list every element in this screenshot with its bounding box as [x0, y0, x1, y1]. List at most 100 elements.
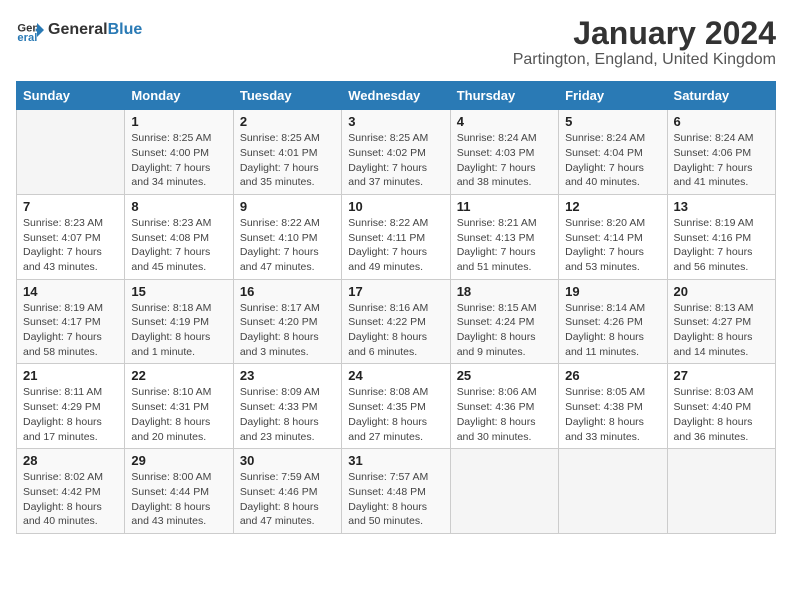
- calendar-cell: 2 Sunrise: 8:25 AMSunset: 4:01 PMDaylight…: [233, 110, 341, 195]
- date-number: 7: [23, 199, 118, 214]
- date-number: 26: [565, 368, 660, 383]
- calendar-cell: 11Sunrise: 8:21 AMSunset: 4:13 PMDayligh…: [450, 194, 558, 279]
- date-number: 27: [674, 368, 769, 383]
- cell-info: Sunrise: 7:57 AMSunset: 4:48 PMDaylight:…: [348, 470, 443, 529]
- cell-info: Sunrise: 8:00 AMSunset: 4:44 PMDaylight:…: [131, 470, 226, 529]
- logo: Gen eral GeneralBlue: [16, 16, 142, 44]
- calendar-cell: 31 Sunrise: 7:57 AMSunset: 4:48 PMDayligh…: [342, 449, 450, 534]
- calendar-cell: 6 Sunrise: 8:24 AMSunset: 4:06 PMDaylight…: [667, 110, 775, 195]
- header-day-wednesday: Wednesday: [342, 82, 450, 110]
- calendar-cell: 15 Sunrise: 8:18 AMSunset: 4:19 PMDayligh…: [125, 279, 233, 364]
- subtitle: Partington, England, United Kingdom: [513, 51, 776, 69]
- cell-info: Sunrise: 8:06 AMSunset: 4:36 PMDaylight:…: [457, 385, 552, 444]
- calendar-cell: [450, 449, 558, 534]
- date-number: 12: [565, 199, 660, 214]
- date-number: 22: [131, 368, 226, 383]
- calendar-week-row: 14Sunrise: 8:19 AMSunset: 4:17 PMDayligh…: [17, 279, 776, 364]
- calendar-cell: 7 Sunrise: 8:23 AMSunset: 4:07 PMDaylight…: [17, 194, 125, 279]
- date-number: 15: [131, 284, 226, 299]
- date-number: 23: [240, 368, 335, 383]
- cell-info: Sunrise: 8:02 AMSunset: 4:42 PMDaylight:…: [23, 470, 118, 529]
- header-day-sunday: Sunday: [17, 82, 125, 110]
- cell-info: Sunrise: 8:23 AMSunset: 4:08 PMDaylight:…: [131, 216, 226, 275]
- calendar-cell: 3 Sunrise: 8:25 AMSunset: 4:02 PMDaylight…: [342, 110, 450, 195]
- header-day-friday: Friday: [559, 82, 667, 110]
- cell-info: Sunrise: 8:10 AMSunset: 4:31 PMDaylight:…: [131, 385, 226, 444]
- calendar-table: SundayMondayTuesdayWednesdayThursdayFrid…: [16, 81, 776, 534]
- date-number: 29: [131, 453, 226, 468]
- date-number: 3: [348, 114, 443, 129]
- calendar-week-row: 28 Sunrise: 8:02 AMSunset: 4:42 PMDayligh…: [17, 449, 776, 534]
- date-number: 16: [240, 284, 335, 299]
- date-number: 31: [348, 453, 443, 468]
- cell-info: Sunrise: 8:22 AMSunset: 4:11 PMDaylight:…: [348, 216, 443, 275]
- calendar-cell: 1 Sunrise: 8:25 AMSunset: 4:00 PMDaylight…: [125, 110, 233, 195]
- calendar-cell: 4 Sunrise: 8:24 AMSunset: 4:03 PMDaylight…: [450, 110, 558, 195]
- date-number: 8: [131, 199, 226, 214]
- date-number: 19: [565, 284, 660, 299]
- date-number: 24: [348, 368, 443, 383]
- calendar-cell: [667, 449, 775, 534]
- date-number: 1: [131, 114, 226, 129]
- date-number: 30: [240, 453, 335, 468]
- header: Gen eral GeneralBlue January 2024 Partin…: [16, 16, 776, 69]
- calendar-cell: 9 Sunrise: 8:22 AMSunset: 4:10 PMDaylight…: [233, 194, 341, 279]
- calendar-cell: 8 Sunrise: 8:23 AMSunset: 4:08 PMDaylight…: [125, 194, 233, 279]
- logo-text-general: General: [48, 21, 108, 38]
- calendar-week-row: 21 Sunrise: 8:11 AMSunset: 4:29 PMDayligh…: [17, 364, 776, 449]
- cell-info: Sunrise: 8:24 AMSunset: 4:04 PMDaylight:…: [565, 131, 660, 190]
- cell-info: Sunrise: 8:24 AMSunset: 4:03 PMDaylight:…: [457, 131, 552, 190]
- calendar-cell: 29 Sunrise: 8:00 AMSunset: 4:44 PMDayligh…: [125, 449, 233, 534]
- cell-info: Sunrise: 8:23 AMSunset: 4:07 PMDaylight:…: [23, 216, 118, 275]
- date-number: 21: [23, 368, 118, 383]
- cell-info: Sunrise: 8:19 AMSunset: 4:16 PMDaylight:…: [674, 216, 769, 275]
- cell-info: Sunrise: 8:18 AMSunset: 4:19 PMDaylight:…: [131, 301, 226, 360]
- header-day-tuesday: Tuesday: [233, 82, 341, 110]
- date-number: 18: [457, 284, 552, 299]
- calendar-week-row: 1 Sunrise: 8:25 AMSunset: 4:00 PMDaylight…: [17, 110, 776, 195]
- cell-info: Sunrise: 8:13 AMSunset: 4:27 PMDaylight:…: [674, 301, 769, 360]
- calendar-cell: 22 Sunrise: 8:10 AMSunset: 4:31 PMDayligh…: [125, 364, 233, 449]
- calendar-cell: 19Sunrise: 8:14 AMSunset: 4:26 PMDayligh…: [559, 279, 667, 364]
- calendar-cell: 14Sunrise: 8:19 AMSunset: 4:17 PMDayligh…: [17, 279, 125, 364]
- cell-info: Sunrise: 8:22 AMSunset: 4:10 PMDaylight:…: [240, 216, 335, 275]
- date-number: 4: [457, 114, 552, 129]
- cell-info: Sunrise: 8:25 AMSunset: 4:01 PMDaylight:…: [240, 131, 335, 190]
- date-number: 20: [674, 284, 769, 299]
- calendar-week-row: 7 Sunrise: 8:23 AMSunset: 4:07 PMDaylight…: [17, 194, 776, 279]
- cell-info: Sunrise: 8:20 AMSunset: 4:14 PMDaylight:…: [565, 216, 660, 275]
- cell-info: Sunrise: 8:05 AMSunset: 4:38 PMDaylight:…: [565, 385, 660, 444]
- date-number: 6: [674, 114, 769, 129]
- calendar-cell: 18 Sunrise: 8:15 AMSunset: 4:24 PMDayligh…: [450, 279, 558, 364]
- calendar-cell: 26 Sunrise: 8:05 AMSunset: 4:38 PMDayligh…: [559, 364, 667, 449]
- calendar-cell: 16 Sunrise: 8:17 AMSunset: 4:20 PMDayligh…: [233, 279, 341, 364]
- calendar-cell: 20 Sunrise: 8:13 AMSunset: 4:27 PMDayligh…: [667, 279, 775, 364]
- cell-info: Sunrise: 8:03 AMSunset: 4:40 PMDaylight:…: [674, 385, 769, 444]
- cell-info: Sunrise: 8:16 AMSunset: 4:22 PMDaylight:…: [348, 301, 443, 360]
- cell-info: Sunrise: 8:08 AMSunset: 4:35 PMDaylight:…: [348, 385, 443, 444]
- calendar-cell: 23Sunrise: 8:09 AMSunset: 4:33 PMDayligh…: [233, 364, 341, 449]
- date-number: 28: [23, 453, 118, 468]
- logo-text-blue: Blue: [108, 21, 143, 38]
- calendar-cell: 30Sunrise: 7:59 AMSunset: 4:46 PMDayligh…: [233, 449, 341, 534]
- date-number: 2: [240, 114, 335, 129]
- cell-info: Sunrise: 8:11 AMSunset: 4:29 PMDaylight:…: [23, 385, 118, 444]
- header-day-monday: Monday: [125, 82, 233, 110]
- cell-info: Sunrise: 8:17 AMSunset: 4:20 PMDaylight:…: [240, 301, 335, 360]
- header-day-thursday: Thursday: [450, 82, 558, 110]
- calendar-cell: 17Sunrise: 8:16 AMSunset: 4:22 PMDayligh…: [342, 279, 450, 364]
- cell-info: Sunrise: 8:24 AMSunset: 4:06 PMDaylight:…: [674, 131, 769, 190]
- svg-text:eral: eral: [17, 32, 37, 44]
- cell-info: Sunrise: 8:25 AMSunset: 4:02 PMDaylight:…: [348, 131, 443, 190]
- cell-info: Sunrise: 8:25 AMSunset: 4:00 PMDaylight:…: [131, 131, 226, 190]
- calendar-cell: 10 Sunrise: 8:22 AMSunset: 4:11 PMDayligh…: [342, 194, 450, 279]
- date-number: 5: [565, 114, 660, 129]
- logo-icon: Gen eral: [16, 16, 44, 44]
- cell-info: Sunrise: 8:19 AMSunset: 4:17 PMDaylight:…: [23, 301, 118, 360]
- calendar-cell: 28 Sunrise: 8:02 AMSunset: 4:42 PMDayligh…: [17, 449, 125, 534]
- title-area: January 2024 Partington, England, United…: [513, 16, 776, 69]
- date-number: 9: [240, 199, 335, 214]
- cell-info: Sunrise: 8:15 AMSunset: 4:24 PMDaylight:…: [457, 301, 552, 360]
- date-number: 10: [348, 199, 443, 214]
- calendar-cell: [17, 110, 125, 195]
